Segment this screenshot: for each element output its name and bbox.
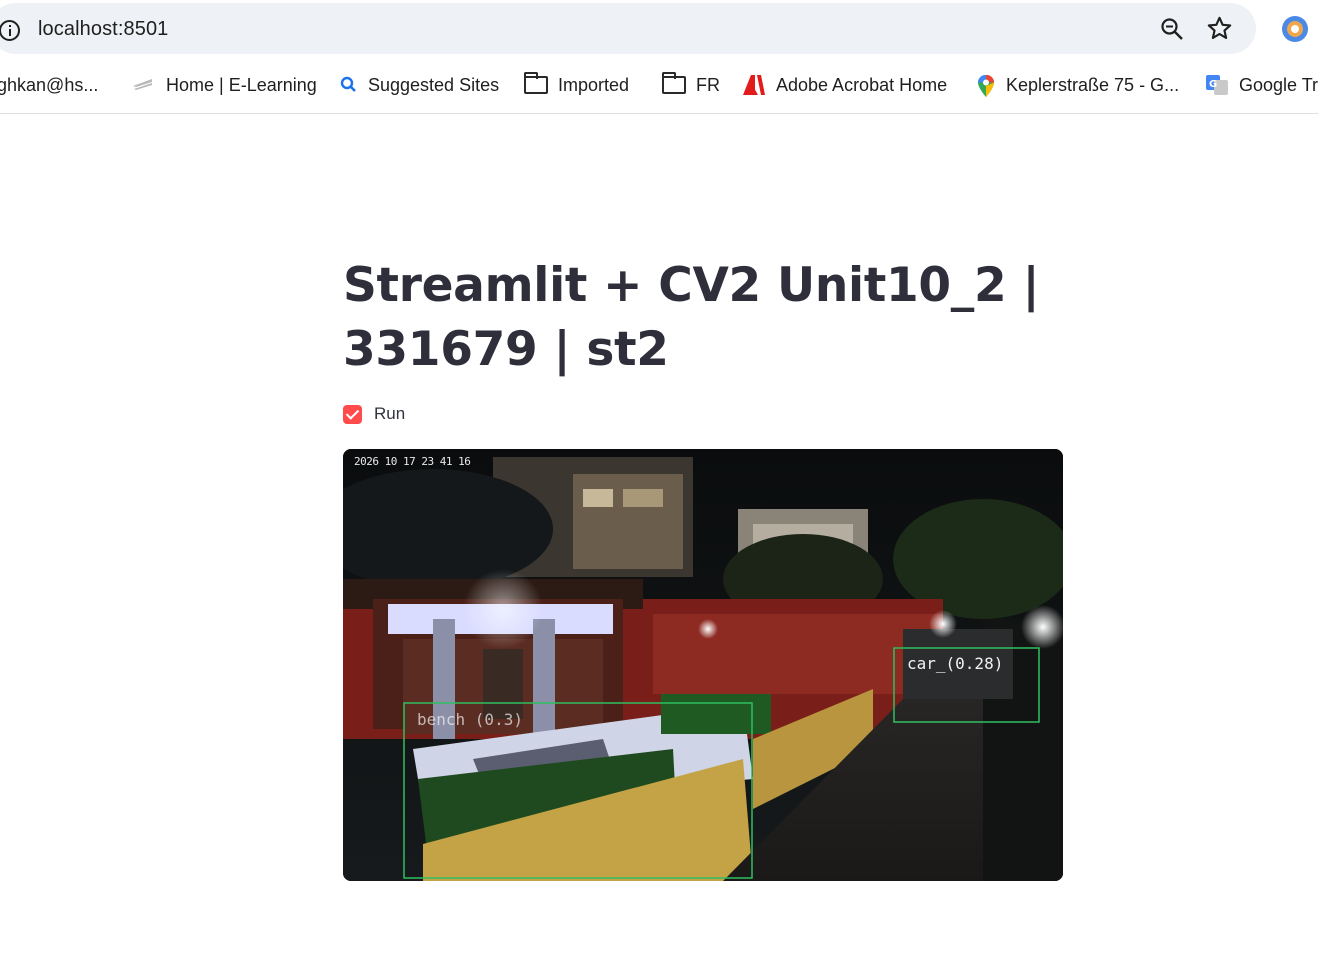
zoom-icon[interactable] bbox=[1160, 17, 1184, 41]
bookmark-email[interactable]: ghkan@hs... bbox=[0, 73, 98, 97]
run-label: Run bbox=[374, 404, 406, 423]
bookmark-folder-imported[interactable]: Imported bbox=[524, 72, 630, 97]
maps-pin-icon bbox=[976, 74, 996, 97]
browser-toolbar: localhost:8501 bbox=[0, 0, 1318, 58]
bookmark-label: Google Tra bbox=[1239, 74, 1318, 95]
bookmark-label: Imported bbox=[558, 74, 630, 95]
detection-label-car: car_(0.28) bbox=[907, 654, 1004, 673]
bookmark-label: Suggested Sites bbox=[368, 74, 500, 95]
bookmark-star-icon[interactable] bbox=[1206, 15, 1233, 42]
profile-avatar-icon[interactable] bbox=[1282, 16, 1308, 42]
video-frame: 2026 10 17 23 41 16 car_(0.28) bench (0.… bbox=[343, 449, 1063, 881]
address-bar[interactable]: localhost:8501 bbox=[0, 3, 1256, 54]
run-checkbox[interactable]: Run bbox=[343, 403, 405, 425]
checkbox-checked-icon[interactable] bbox=[343, 404, 362, 424]
bookmark-label: FR bbox=[696, 74, 720, 95]
bookmark-elearning[interactable]: Home | E-Learning bbox=[132, 73, 317, 97]
bookmarks-bar: ghkan@hs... Home | E-Learning Suggested … bbox=[0, 62, 1318, 114]
search-icon bbox=[340, 74, 358, 96]
translate-icon: G bbox=[1205, 74, 1229, 96]
bookmark-maps[interactable]: Keplerstraße 75 - G... bbox=[976, 73, 1179, 97]
bookmark-label: Adobe Acrobat Home bbox=[776, 74, 948, 95]
bookmark-label: ghkan@hs... bbox=[0, 74, 99, 95]
url-text[interactable]: localhost:8501 bbox=[38, 18, 168, 41]
svg-text:G: G bbox=[1209, 79, 1217, 90]
folder-icon bbox=[524, 72, 548, 96]
page-title: Streamlit + CV2 Unit10_2 | 331679 | st2 bbox=[343, 258, 1040, 377]
bookmark-adobe-acrobat[interactable]: Adobe Acrobat Home bbox=[742, 73, 947, 97]
site-icon bbox=[132, 74, 156, 96]
bookmark-label: Keplerstraße 75 - G... bbox=[1006, 74, 1180, 95]
bookmark-suggested-sites[interactable]: Suggested Sites bbox=[340, 73, 499, 97]
site-info-icon[interactable] bbox=[0, 20, 20, 41]
video-timestamp: 2026 10 17 23 41 16 bbox=[354, 455, 471, 468]
detection-label-bench: bench (0.3) bbox=[417, 710, 523, 729]
bookmark-label: Home | E-Learning bbox=[166, 74, 317, 95]
bookmark-folder-fr[interactable]: FR bbox=[662, 72, 720, 97]
adobe-icon bbox=[742, 74, 766, 96]
bookmark-google-translate[interactable]: G Google Tra bbox=[1205, 73, 1318, 97]
folder-icon bbox=[662, 72, 686, 96]
